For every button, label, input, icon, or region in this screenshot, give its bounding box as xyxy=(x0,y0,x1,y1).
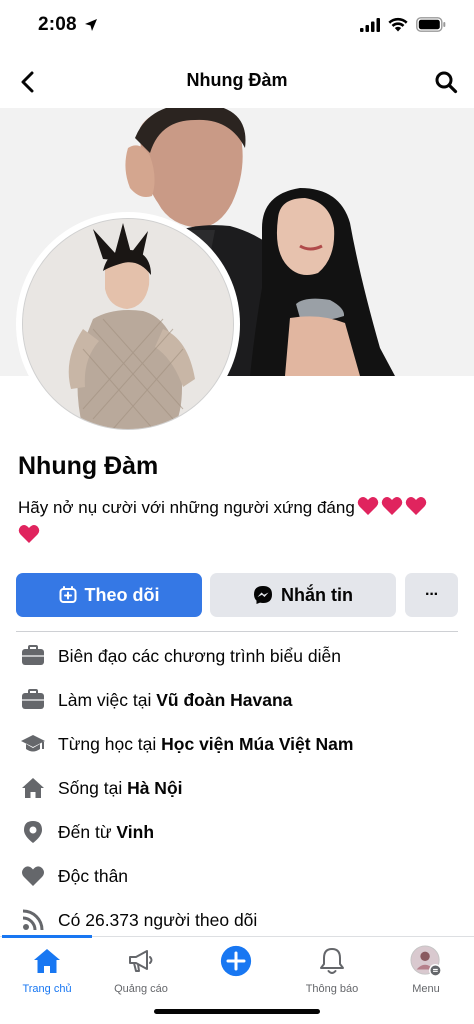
active-tab-indicator xyxy=(2,935,92,938)
message-button-label: Nhắn tin xyxy=(281,584,353,605)
tab-home[interactable]: Trang chủ xyxy=(0,945,94,1005)
intro-item-text: Từng học tại Học viện Múa Việt Nam xyxy=(58,734,353,755)
status-bar: 2:08 xyxy=(0,0,474,56)
tab-notifications[interactable]: Thông báo xyxy=(285,945,379,1005)
profile-name: Nhung Đàm xyxy=(18,452,159,480)
tab-create[interactable] xyxy=(189,945,283,1005)
search-icon xyxy=(435,71,458,94)
more-options-button[interactable]: ··· xyxy=(405,573,458,617)
page-title: Nhung Đàm xyxy=(186,70,288,90)
nav-bar: Nhung Đàm xyxy=(0,56,474,108)
intro-item-relationship: Độc thân xyxy=(0,854,474,898)
tab-menu[interactable]: Menu xyxy=(379,945,473,1005)
hometown-link[interactable]: Vinh xyxy=(116,822,154,842)
follow-plus-icon xyxy=(59,586,77,604)
briefcase-icon xyxy=(20,687,46,713)
rss-icon xyxy=(20,907,46,933)
location-arrow-icon xyxy=(85,19,97,31)
status-indicators xyxy=(360,17,446,32)
bio-text: Hãy nở nụ cười với những người xứng đáng xyxy=(18,498,355,517)
intro-item-text: Có 26.373 người theo dõi xyxy=(58,909,258,930)
search-button[interactable] xyxy=(432,68,460,96)
home-indicator xyxy=(154,1009,320,1014)
avatar-image xyxy=(22,218,234,430)
intro-item-current-city[interactable]: Sống tại Hà Nội xyxy=(0,766,474,810)
wifi-icon xyxy=(388,17,408,32)
intro-item-text: Độc thân xyxy=(58,865,129,886)
tab-ads[interactable]: Quảng cáo xyxy=(94,945,188,1005)
red-heart-emoji-icon xyxy=(405,497,427,515)
tab-home-label: Trang chủ xyxy=(22,983,72,995)
location-pin-icon xyxy=(20,819,46,845)
megaphone-icon xyxy=(125,945,157,977)
heart-icon xyxy=(20,863,46,889)
profile-actions: Theo dõi Nhắn tin ··· xyxy=(16,573,458,617)
briefcase-icon xyxy=(20,643,46,669)
tab-menu-label: Menu xyxy=(412,983,440,995)
menu-avatar-icon xyxy=(410,945,442,977)
tab-notifications-label: Thông báo xyxy=(305,983,359,995)
red-heart-emoji-icon xyxy=(357,497,379,515)
battery-icon xyxy=(416,17,446,32)
more-options-label: ··· xyxy=(425,586,439,603)
home-icon xyxy=(31,945,63,977)
intro-item-job: Biên đạo các chương trình biểu diễn xyxy=(0,634,474,678)
intro-item-hometown[interactable]: Đến từ Vinh xyxy=(0,810,474,854)
graduation-cap-icon xyxy=(20,731,46,757)
intro-prefix: Làm việc tại xyxy=(58,689,157,710)
profile-bio: Hãy nở nụ cười với những người xứng đáng xyxy=(18,494,458,550)
section-divider xyxy=(16,631,458,632)
create-plus-icon xyxy=(220,945,252,977)
intro-item-text: Đến từ Vinh xyxy=(58,822,154,843)
follow-button[interactable]: Theo dõi xyxy=(16,573,202,617)
profile-avatar[interactable] xyxy=(16,212,240,436)
intro-prefix: Sống tại xyxy=(58,777,128,798)
intro-item-text: Biên đạo các chương trình biểu diễn xyxy=(58,645,341,666)
workplace-link[interactable]: Vũ đoàn Havana xyxy=(156,690,292,710)
message-button[interactable]: Nhắn tin xyxy=(210,573,396,617)
current-city-link[interactable]: Hà Nội xyxy=(127,778,182,798)
status-time: 2:08 xyxy=(38,14,77,35)
cellular-signal-icon xyxy=(360,17,380,32)
intro-item-education[interactable]: Từng học tại Học viện Múa Việt Nam xyxy=(0,722,474,766)
intro-prefix: Đến từ xyxy=(58,821,117,842)
messenger-icon xyxy=(253,585,273,605)
red-heart-emoji-icon xyxy=(18,525,40,543)
follow-button-label: Theo dõi xyxy=(84,584,160,605)
tab-ads-label: Quảng cáo xyxy=(114,983,168,995)
intro-item-work[interactable]: Làm việc tại Vũ đoàn Havana xyxy=(0,678,474,722)
home-icon xyxy=(20,775,46,801)
intro-prefix: Từng học tại xyxy=(58,733,162,754)
school-link[interactable]: Học viện Múa Việt Nam xyxy=(161,734,353,754)
bell-icon xyxy=(316,945,348,977)
intro-item-text: Sống tại Hà Nội xyxy=(58,778,183,799)
intro-item-text: Làm việc tại Vũ đoàn Havana xyxy=(58,690,292,711)
red-heart-emoji-icon xyxy=(381,497,403,515)
